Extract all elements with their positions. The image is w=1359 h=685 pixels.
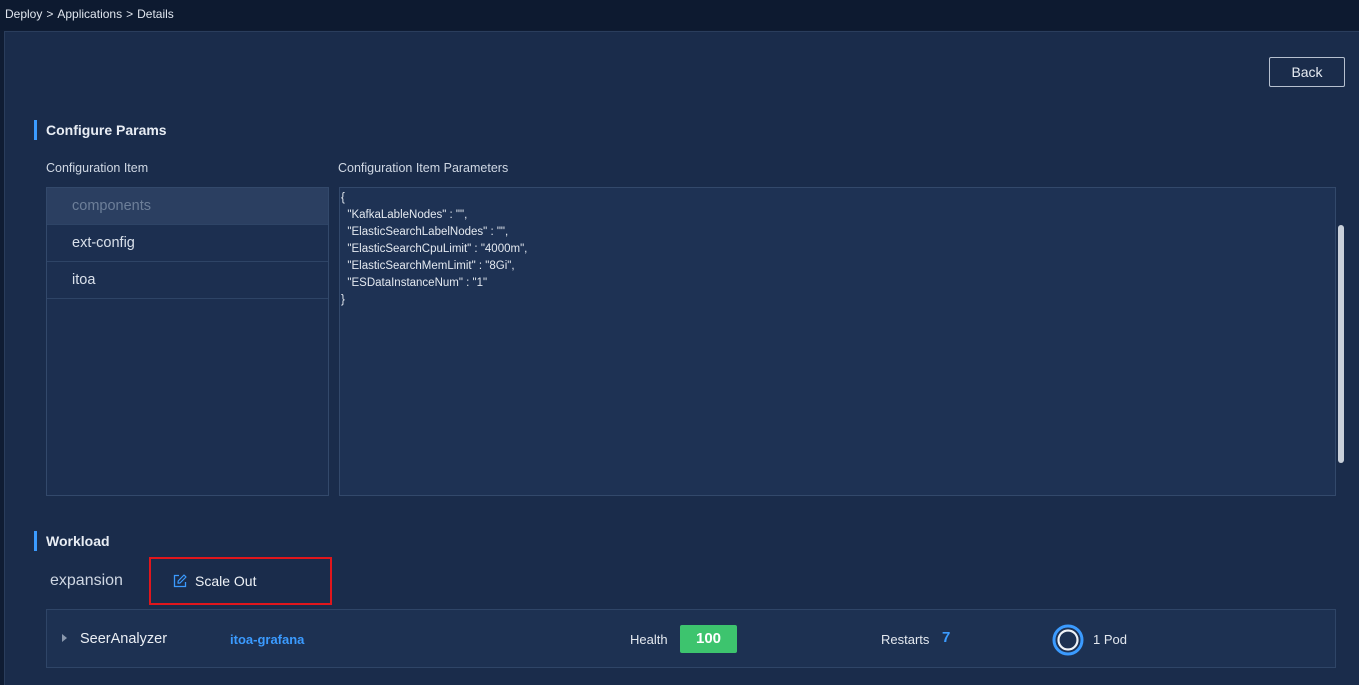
params-line: "KafkaLableNodes" : "",: [341, 209, 468, 221]
expansion-label: expansion: [50, 572, 123, 589]
expand-caret-icon[interactable]: [62, 634, 67, 642]
params-line: "ElasticSearchLabelNodes" : "",: [341, 226, 509, 238]
configure-params-title: Configure Params: [34, 120, 167, 140]
params-scrollbar[interactable]: [1336, 187, 1346, 496]
restarts-value: 7: [942, 629, 951, 646]
scale-out-button[interactable]: Scale Out: [173, 573, 256, 589]
config-params-editor[interactable]: { "KafkaLableNodes" : "", "ElasticSearch…: [339, 187, 1336, 496]
breadcrumb-applications[interactable]: Applications: [57, 7, 122, 21]
config-item-ext-config[interactable]: ext-config: [47, 225, 328, 262]
workload-title: Workload: [34, 531, 110, 551]
configuration-item-header: Configuration Item: [46, 161, 149, 175]
configuration-params-header: Configuration Item Parameters: [338, 161, 509, 175]
scrollbar-thumb[interactable]: [1338, 225, 1344, 463]
workload-row: SeerAnalyzer itoa-grafana Health 100 Res…: [46, 609, 1336, 668]
health-badge: 100: [680, 625, 737, 653]
breadcrumb-separator: >: [46, 7, 54, 21]
workload-link[interactable]: itoa-grafana: [230, 632, 304, 647]
configuration-item-list: components ext-config itoa: [46, 187, 329, 496]
params-line: {: [341, 192, 345, 204]
back-button[interactable]: Back: [1269, 57, 1345, 87]
breadcrumb-details: Details: [137, 7, 174, 21]
params-line: "ElasticSearchCpuLimit" : "4000m",: [341, 243, 528, 255]
scale-out-label: Scale Out: [195, 573, 257, 589]
health-label: Health: [630, 632, 668, 647]
pod-count: 1 Pod: [1093, 632, 1127, 647]
details-panel: Back Configure Params Configuration Item…: [4, 31, 1359, 685]
breadcrumb-separator: >: [126, 7, 134, 21]
config-item-components[interactable]: components: [47, 188, 328, 225]
params-line: "ESDataInstanceNum" : "1": [341, 277, 488, 289]
pod-status-icon: [1052, 624, 1084, 656]
breadcrumb-deploy[interactable]: Deploy: [5, 7, 42, 21]
breadcrumb: Deploy > Applications > Details: [0, 0, 1359, 30]
restarts-label: Restarts: [881, 632, 930, 647]
scale-out-highlight: Scale Out: [149, 557, 332, 605]
edit-icon: [173, 574, 187, 588]
params-line: "ElasticSearchMemLimit" : "8Gi",: [341, 260, 515, 272]
config-item-itoa[interactable]: itoa: [47, 262, 328, 299]
params-line: }: [341, 294, 345, 306]
workload-name: SeerAnalyzer: [80, 631, 168, 647]
